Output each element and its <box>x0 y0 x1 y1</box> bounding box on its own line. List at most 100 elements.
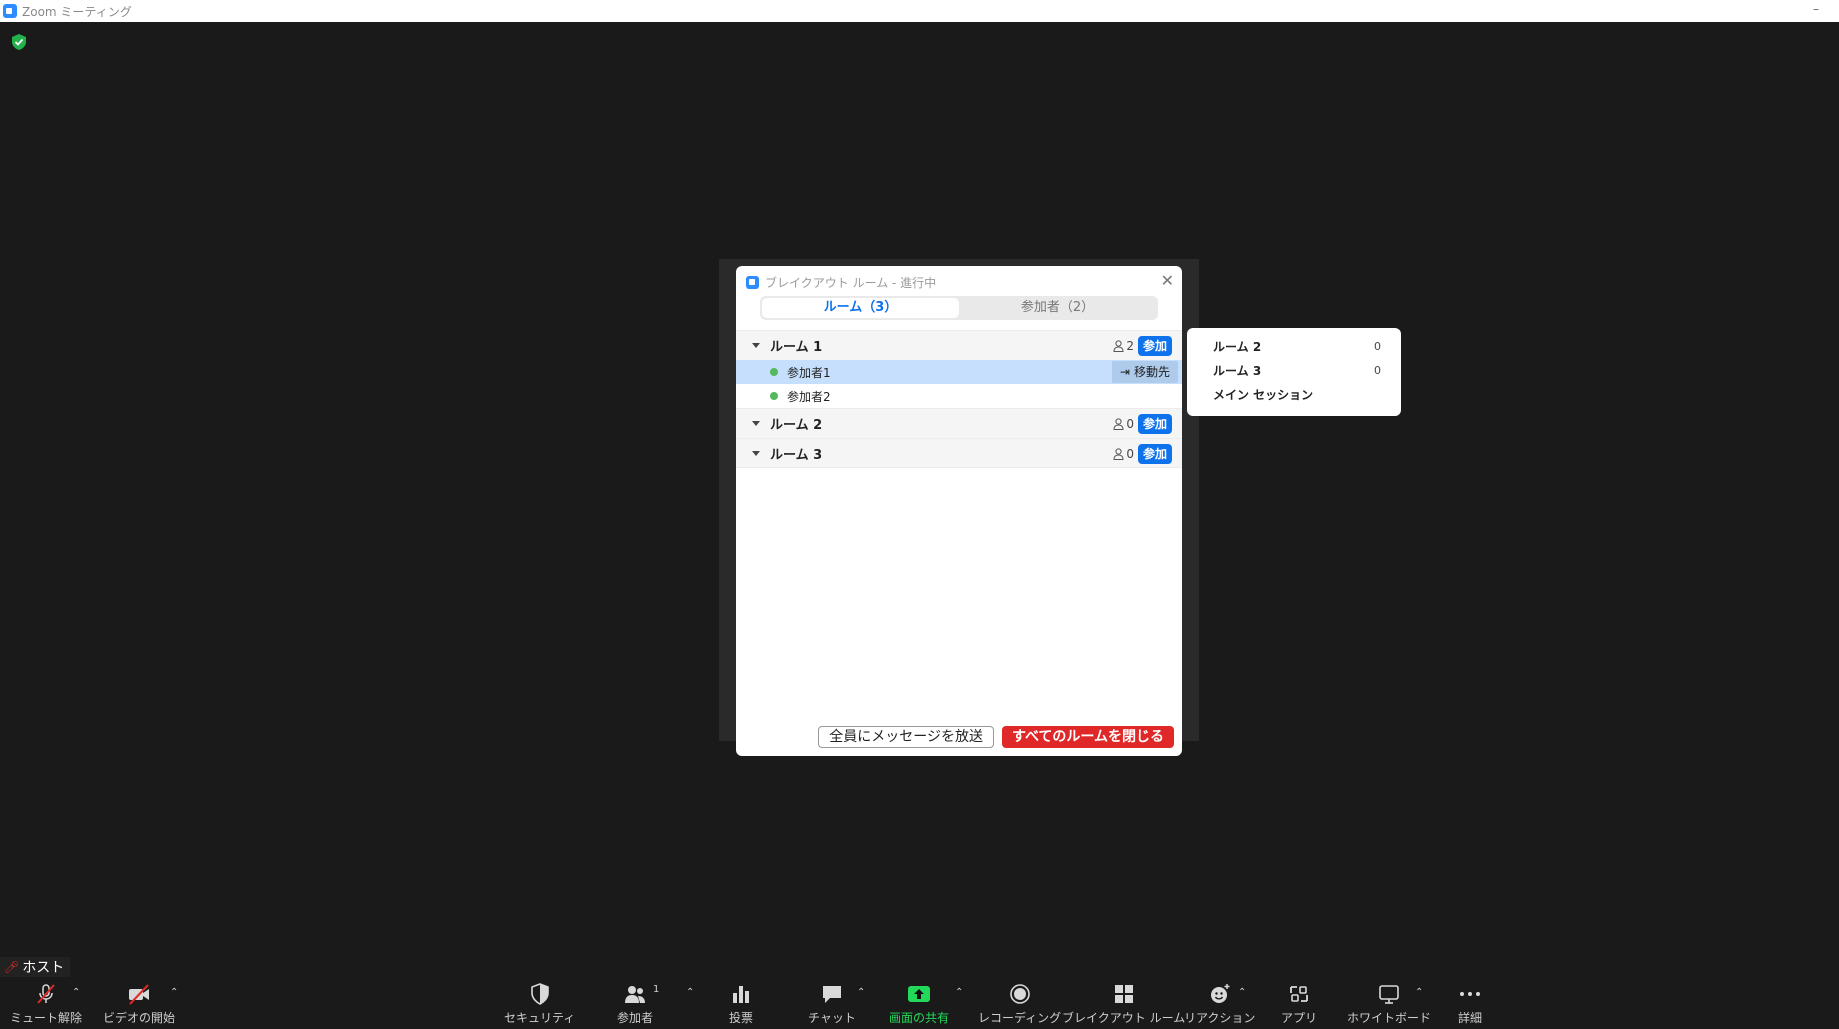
participant-row[interactable]: 参加者2 <box>736 384 1182 408</box>
menu-item-count: 0 <box>1374 363 1381 377</box>
breakout-rooms-button[interactable]: ブレイクアウト ルーム <box>1062 979 1185 1029</box>
share-options-chevron-icon[interactable]: ⌃ <box>955 987 963 998</box>
room-count-value: 2 <box>1126 339 1134 353</box>
reactions-options-chevron-icon[interactable]: ⌃ <box>1238 987 1246 998</box>
chevron-down-icon[interactable] <box>752 421 760 426</box>
broadcast-message-button[interactable]: 全員にメッセージを放送 <box>818 726 994 748</box>
close-icon[interactable]: ✕ <box>1161 271 1174 290</box>
room-list: ルーム 1 2 参加 参加者1 ⇥ 移動先 参加者2 ルーム 2 0 参加 ルー… <box>736 330 1182 468</box>
zoom-app-icon <box>3 4 17 18</box>
mute-label: ミュート解除 <box>10 1011 83 1025</box>
participants-label: 参加者 <box>617 1011 654 1025</box>
more-dots-icon <box>1460 992 1480 996</box>
reactions-label: リアクション <box>1184 1011 1256 1025</box>
shield-icon <box>530 983 549 1005</box>
breakout-rooms-dialog: ブレイクアウト ルーム - 進行中 ✕ ルーム（3） 参加者（2） ルーム 1 … <box>736 266 1182 756</box>
person-icon <box>1113 418 1124 430</box>
join-room-button[interactable]: 参加 <box>1138 444 1172 464</box>
join-room-button[interactable]: 参加 <box>1138 414 1172 434</box>
apps-icon <box>1290 986 1308 1002</box>
room-name: ルーム 2 <box>770 418 823 433</box>
start-video-button[interactable]: ビデオの開始 <box>103 979 175 1029</box>
room-participant-count: 2 <box>1113 339 1134 353</box>
whiteboard-label: ホワイトボード <box>1347 1011 1432 1025</box>
mute-options-chevron-icon[interactable]: ⌃ <box>72 987 80 998</box>
menu-item-label: ルーム 2 <box>1213 339 1262 354</box>
person-icon <box>1113 340 1124 352</box>
host-label-text: ホスト <box>22 960 65 976</box>
move-to-popup-menu: ルーム 2 0 ルーム 3 0 メイン セッション <box>1187 328 1401 416</box>
share-screen-icon <box>908 986 930 1002</box>
breakout-rooms-icon <box>1114 985 1133 1003</box>
whiteboard-options-chevron-icon[interactable]: ⌃ <box>1415 987 1423 998</box>
polls-button[interactable]: 投票 <box>729 979 753 1029</box>
security-label: セキュリティ <box>504 1011 576 1025</box>
record-button[interactable]: レコーディング <box>978 979 1061 1029</box>
dialog-footer: 全員にメッセージを放送 すべてのルームを閉じる <box>736 726 1182 748</box>
meeting-toolbar: ミュート解除 ⌃ ビデオの開始 ⌃ セキュリティ 参加者 1 ⌃ 投票 チャット… <box>0 979 1839 1029</box>
participants-options-chevron-icon[interactable]: ⌃ <box>686 987 694 998</box>
room-count-value: 0 <box>1126 417 1134 431</box>
more-button[interactable]: 詳細 <box>1458 979 1482 1029</box>
muted-mic-icon: 🎤︎ <box>4 960 20 974</box>
menu-item-room-3[interactable]: ルーム 3 0 <box>1187 358 1401 382</box>
close-all-rooms-button[interactable]: すべてのルームを閉じる <box>1001 726 1174 748</box>
chat-label: チャット <box>808 1011 856 1025</box>
zoom-icon <box>746 276 759 289</box>
move-icon: ⇥ <box>1119 365 1130 379</box>
participant-name: 参加者1 <box>787 365 831 380</box>
window-title: Zoom ミーティング <box>22 4 132 19</box>
person-icon <box>1113 448 1124 460</box>
smiley-plus-icon <box>1210 984 1230 1003</box>
participants-button[interactable]: 参加者 <box>617 979 653 1029</box>
share-screen-button[interactable]: 画面の共有 <box>889 979 949 1029</box>
room-participant-count: 0 <box>1113 417 1134 431</box>
room-count-value: 0 <box>1126 447 1134 461</box>
online-status-dot <box>770 368 778 376</box>
move-to-button[interactable]: ⇥ 移動先 <box>1111 361 1178 383</box>
tab-rooms[interactable]: ルーム（3） <box>762 298 959 318</box>
apps-label: アプリ <box>1281 1011 1318 1025</box>
breakout-rooms-label: ブレイクアウト ルーム <box>1062 1011 1186 1025</box>
security-button[interactable]: セキュリティ <box>504 979 575 1029</box>
menu-item-main-session[interactable]: メイン セッション <box>1187 382 1401 406</box>
polls-label: 投票 <box>729 1011 754 1025</box>
share-screen-label: 画面の共有 <box>889 1011 950 1025</box>
apps-button[interactable]: アプリ <box>1281 979 1317 1029</box>
video-options-chevron-icon[interactable]: ⌃ <box>170 987 178 998</box>
minimize-button[interactable]: – <box>1813 2 1819 16</box>
mic-muted-icon <box>37 984 55 1004</box>
room-row[interactable]: ルーム 1 2 参加 <box>736 330 1182 360</box>
menu-item-room-2[interactable]: ルーム 2 0 <box>1187 334 1401 358</box>
room-row[interactable]: ルーム 2 0 参加 <box>736 408 1182 438</box>
dialog-title: ブレイクアウト ルーム - 進行中 <box>765 276 937 290</box>
start-video-label: ビデオの開始 <box>103 1011 176 1025</box>
move-to-label: 移動先 <box>1133 365 1170 379</box>
chat-button[interactable]: チャット <box>808 979 856 1029</box>
menu-item-count: 0 <box>1374 339 1381 353</box>
chevron-down-icon[interactable] <box>752 343 760 348</box>
participant-name: 参加者2 <box>787 389 831 404</box>
bar-chart-icon <box>733 986 749 1003</box>
record-label: レコーディング <box>978 1011 1062 1025</box>
join-room-button[interactable]: 参加 <box>1138 336 1172 356</box>
room-row[interactable]: ルーム 3 0 参加 <box>736 438 1182 468</box>
online-status-dot <box>770 392 778 400</box>
room-name: ルーム 1 <box>770 340 823 355</box>
tab-participants[interactable]: 参加者（2） <box>959 298 1156 318</box>
encryption-shield-icon[interactable] <box>12 34 26 50</box>
participant-row[interactable]: 参加者1 ⇥ 移動先 <box>736 360 1182 384</box>
more-label: 詳細 <box>1458 1011 1483 1025</box>
menu-item-label: ルーム 3 <box>1213 363 1262 378</box>
video-off-icon <box>129 984 149 1005</box>
chat-options-chevron-icon[interactable]: ⌃ <box>857 987 865 998</box>
dialog-title-bar: ブレイクアウト ルーム - 進行中 <box>746 274 936 291</box>
host-name-label: 🎤︎ ホスト <box>0 957 71 977</box>
participants-count-badge: 1 <box>653 984 660 995</box>
dialog-tabs: ルーム（3） 参加者（2） <box>760 296 1158 320</box>
chevron-down-icon[interactable] <box>752 450 760 456</box>
room-participant-count: 0 <box>1113 447 1134 461</box>
record-icon <box>1009 984 1030 1004</box>
menu-item-label: メイン セッション <box>1213 387 1314 402</box>
chat-bubble-icon <box>822 986 841 1003</box>
